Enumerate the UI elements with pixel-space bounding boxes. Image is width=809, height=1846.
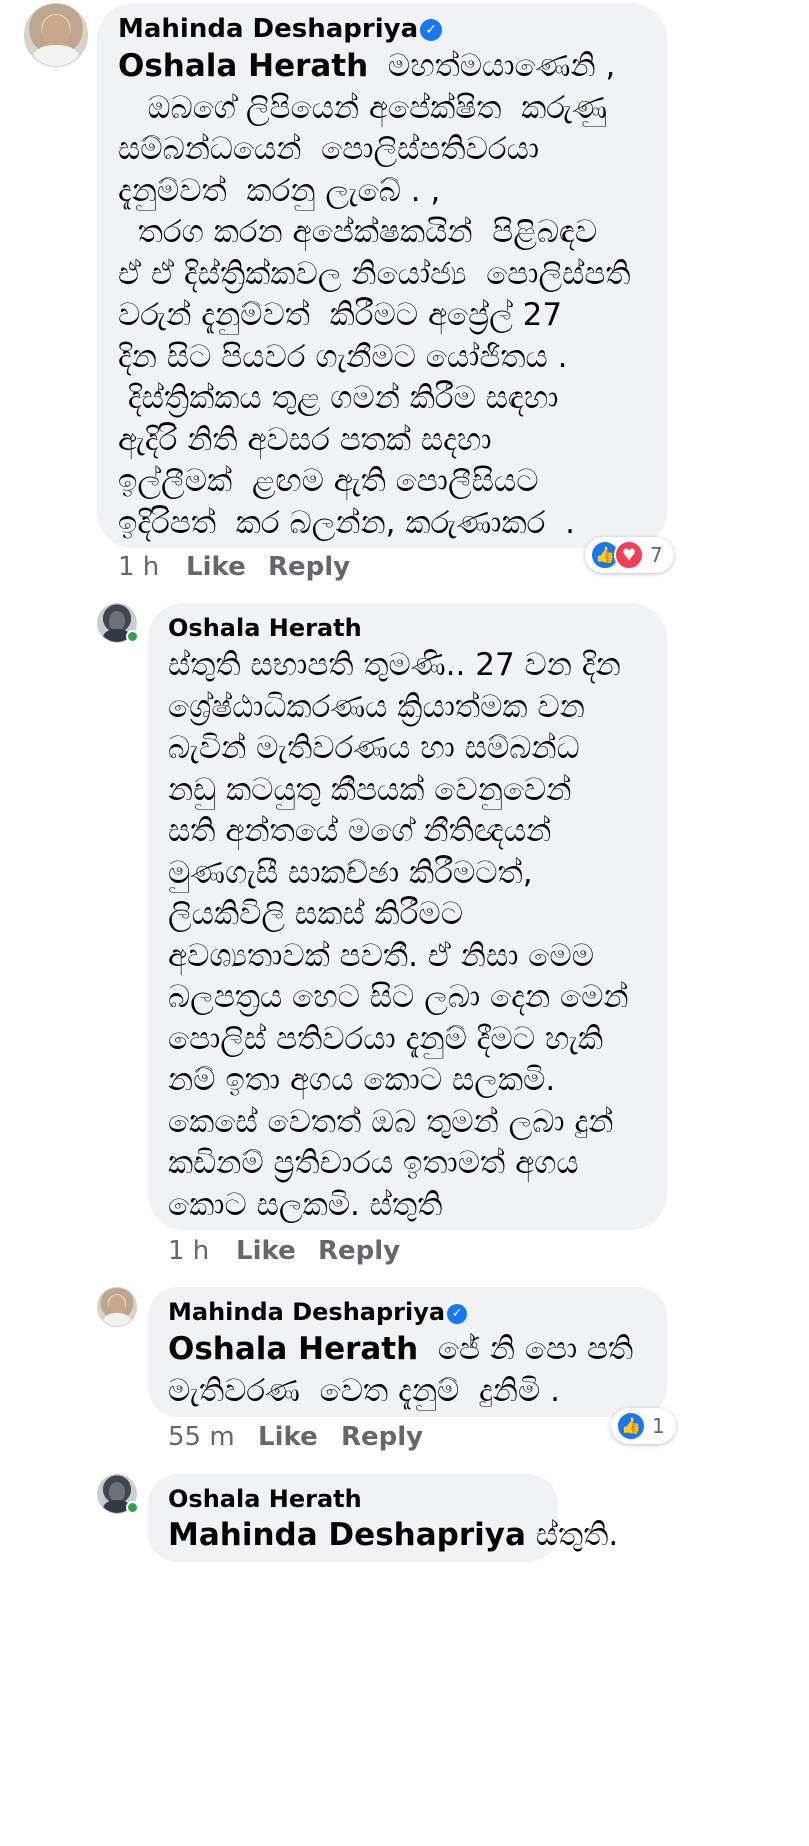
- avatar[interactable]: [24, 3, 88, 67]
- verified-badge-icon: ✓: [420, 19, 443, 41]
- like-reaction-icon: 👍: [616, 1411, 646, 1441]
- comment-author[interactable]: Mahinda Deshapriya ✓: [118, 14, 443, 44]
- mention-link[interactable]: Mahinda Deshapriya: [168, 1517, 526, 1553]
- online-status-icon: [126, 630, 139, 643]
- comment-text: Oshala Herath මහත්මයාණෙනි , ඔබගේ ලිපියෙන…: [118, 48, 631, 541]
- like-button[interactable]: Like: [258, 1422, 318, 1452]
- comment-text: Oshala Herath ජේ නි පො පති මැතිවරණ වෙත ද…: [168, 1331, 634, 1409]
- mention-link[interactable]: Oshala Herath: [168, 1331, 418, 1367]
- love-reaction-icon: ♥: [614, 540, 644, 570]
- reply-button[interactable]: Reply: [268, 552, 350, 582]
- timestamp[interactable]: 1 h: [168, 1236, 209, 1266]
- avatar[interactable]: [97, 1287, 137, 1327]
- timestamp[interactable]: 1 h: [118, 552, 159, 582]
- timestamp[interactable]: 55 m: [168, 1422, 235, 1452]
- reaction-summary[interactable]: 👍 1: [611, 1408, 676, 1444]
- reply-button[interactable]: Reply: [341, 1422, 423, 1452]
- comment-text: Mahinda Deshapriya ස්තුති.: [168, 1517, 619, 1553]
- comment-text: ස්තුති සභාපති තුමණි.. 27 වන දින ශ්‍රේෂ්ඨ…: [168, 647, 629, 1223]
- comment-author[interactable]: Mahinda Deshapriya ✓: [168, 1298, 468, 1326]
- comment-author[interactable]: Oshala Herath: [168, 1485, 362, 1513]
- mention-link[interactable]: Oshala Herath: [118, 48, 368, 84]
- like-button[interactable]: Like: [236, 1236, 296, 1266]
- reaction-count: 7: [650, 543, 663, 567]
- online-status-icon: [126, 1501, 139, 1514]
- reply-button[interactable]: Reply: [318, 1236, 400, 1266]
- reaction-summary[interactable]: 👍 ♥ 7: [585, 537, 674, 573]
- comment-author[interactable]: Oshala Herath: [168, 614, 362, 642]
- reaction-count: 1: [652, 1414, 665, 1438]
- like-button[interactable]: Like: [186, 552, 246, 582]
- verified-badge-icon: ✓: [447, 1304, 468, 1324]
